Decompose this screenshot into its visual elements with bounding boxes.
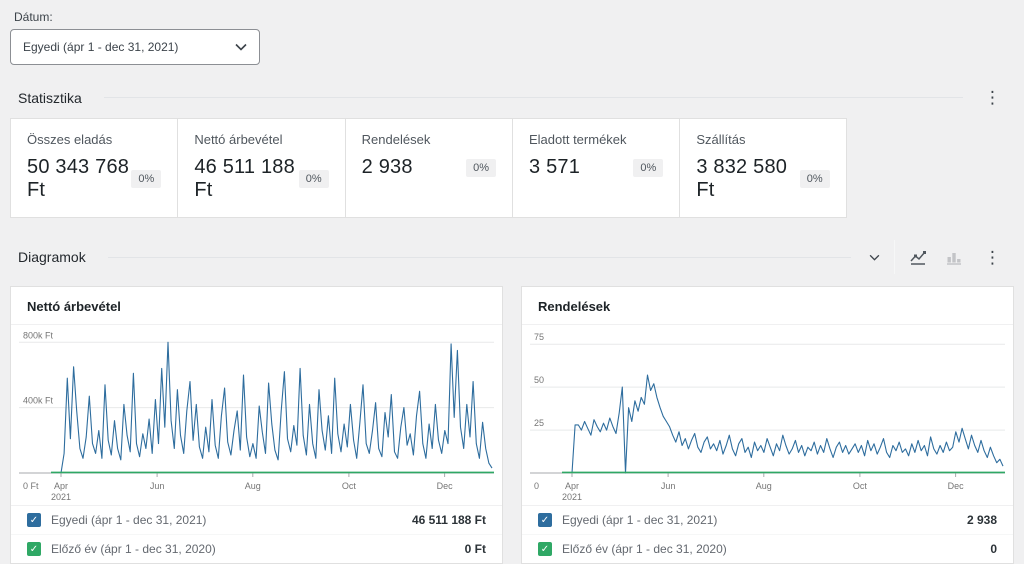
checkbox-checked-icon[interactable]: ✓	[27, 513, 41, 527]
stats-section-header: Statisztika ⋮	[18, 87, 1008, 108]
legend-label: Egyedi (ápr 1 - dec 31, 2021)	[51, 513, 412, 527]
bar-chart-type-icon[interactable]	[941, 246, 967, 268]
stats-empty-cell	[847, 118, 1014, 218]
toolbar-divider	[894, 240, 895, 274]
chart-panels: Nettó árbevétel Apr2021JunAugOctDec800k …	[10, 286, 1014, 564]
stats-cards-row: Összes eladás 50 343 768 Ft 0% Nettó árb…	[10, 118, 1014, 218]
svg-text:Oct: Oct	[342, 481, 357, 491]
checkbox-checked-icon[interactable]: ✓	[27, 542, 41, 556]
stat-card-total-sales[interactable]: Összes eladás 50 343 768 Ft 0%	[10, 118, 177, 218]
legend-row-previous[interactable]: ✓ Előző év (ápr 1 - dec 31, 2020) 0 Ft	[11, 534, 502, 563]
checkbox-checked-icon[interactable]: ✓	[538, 513, 552, 527]
legend-value: 0	[990, 542, 997, 556]
legend-label: Előző év (ápr 1 - dec 31, 2020)	[562, 542, 990, 556]
orders-legend: ✓ Egyedi (ápr 1 - dec 31, 2021) 2 938 ✓ …	[522, 505, 1013, 563]
svg-text:400k Ft: 400k Ft	[23, 396, 54, 406]
stat-card-orders[interactable]: Rendelések 2 938 0%	[345, 118, 512, 218]
date-range-select[interactable]: Egyedi (ápr 1 - dec 31, 2021)	[10, 29, 260, 65]
stat-label: Eladott termékek	[529, 132, 663, 147]
checkbox-checked-icon[interactable]: ✓	[538, 542, 552, 556]
stat-change-badge: 0%	[131, 170, 161, 188]
stat-value: 2 938	[362, 156, 413, 179]
svg-text:800k Ft: 800k Ft	[23, 330, 54, 340]
stat-card-items-sold[interactable]: Eladott termékek 3 571 0%	[512, 118, 679, 218]
stat-value: 46 511 188 Ft	[194, 156, 298, 202]
stat-card-shipping[interactable]: Szállítás 3 832 580 Ft 0%	[679, 118, 846, 218]
stat-card-net-revenue[interactable]: Nettó árbevétel 46 511 188 Ft 0%	[177, 118, 344, 218]
chevron-down-icon	[869, 254, 880, 261]
svg-text:Jun: Jun	[150, 481, 165, 491]
stat-label: Összes eladás	[27, 132, 161, 147]
line-chart-type-icon[interactable]	[905, 246, 931, 268]
net-revenue-chart-title: Nettó árbevétel	[11, 287, 502, 325]
divider	[108, 257, 851, 258]
legend-row-previous[interactable]: ✓ Előző év (ápr 1 - dec 31, 2020) 0	[522, 534, 1013, 563]
stat-label: Rendelések	[362, 132, 496, 147]
svg-text:Aug: Aug	[756, 481, 772, 491]
date-filter-label: Dátum:	[14, 10, 1014, 24]
charts-toolbar: ⋮	[865, 240, 1008, 274]
svg-text:50: 50	[534, 375, 544, 385]
net-revenue-chart: Apr2021 Jun Aug Oct Dec 800k Ft 400k Ft 0 Ft	[11, 325, 502, 505]
svg-text:25: 25	[534, 418, 544, 428]
legend-value: 46 511 188 Ft	[412, 513, 486, 527]
svg-text:Apr: Apr	[565, 481, 579, 491]
stats-menu-kebab-icon[interactable]: ⋮	[977, 87, 1008, 108]
charts-menu-kebab-icon[interactable]: ⋮	[977, 247, 1008, 268]
stats-section-title: Statisztika	[18, 90, 82, 106]
stat-change-badge: 0%	[299, 170, 329, 188]
orders-chart: Apr2021 Jun Aug Oct Dec 75 50 25 0	[522, 325, 1013, 505]
legend-row-current[interactable]: ✓ Egyedi (ápr 1 - dec 31, 2021) 46 511 1…	[11, 506, 502, 534]
net-revenue-line-chart: Apr2021 Jun Aug Oct Dec 800k Ft 400k Ft 0 Ft	[15, 327, 498, 505]
svg-text:Jun: Jun	[661, 481, 676, 491]
chevron-down-icon	[235, 43, 247, 51]
stat-value: 50 343 768 Ft	[27, 156, 131, 202]
date-range-value: Egyedi (ápr 1 - dec 31, 2021)	[23, 40, 178, 54]
svg-text:2021: 2021	[51, 492, 71, 502]
svg-text:Aug: Aug	[245, 481, 261, 491]
orders-chart-title: Rendelések	[522, 287, 1013, 325]
orders-line-chart: Apr2021 Jun Aug Oct Dec 75 50 25 0	[526, 327, 1009, 505]
interval-select[interactable]	[865, 252, 884, 263]
net-revenue-legend: ✓ Egyedi (ápr 1 - dec 31, 2021) 46 511 1…	[11, 505, 502, 563]
svg-text:0: 0	[534, 481, 539, 491]
charts-section-header: Diagramok ⋮	[18, 240, 1008, 274]
legend-label: Egyedi (ápr 1 - dec 31, 2021)	[562, 513, 967, 527]
stat-value: 3 832 580 Ft	[696, 156, 799, 202]
charts-section-title: Diagramok	[18, 249, 86, 265]
divider	[104, 97, 963, 98]
svg-text:Apr: Apr	[54, 481, 68, 491]
orders-panel: Rendelések Apr2021 Jun Aug Oct Dec 75 50 25 0 ✓ …	[521, 286, 1014, 564]
stat-change-badge: 0%	[800, 170, 830, 188]
svg-text:Dec: Dec	[948, 481, 965, 491]
svg-text:Dec: Dec	[437, 481, 454, 491]
svg-text:Oct: Oct	[853, 481, 868, 491]
date-filter: Dátum: Egyedi (ápr 1 - dec 31, 2021)	[10, 10, 1014, 65]
legend-value: 2 938	[967, 513, 997, 527]
net-revenue-panel: Nettó árbevétel Apr2021 Jun Aug Oct Dec 800k …	[10, 286, 503, 564]
legend-label: Előző év (ápr 1 - dec 31, 2020)	[51, 542, 465, 556]
svg-text:0 Ft: 0 Ft	[23, 481, 39, 491]
stat-value: 3 571	[529, 156, 580, 179]
stat-label: Nettó árbevétel	[194, 132, 328, 147]
stat-change-badge: 0%	[466, 159, 496, 177]
legend-value: 0 Ft	[465, 542, 486, 556]
svg-text:75: 75	[534, 332, 544, 342]
stat-label: Szállítás	[696, 132, 829, 147]
legend-row-current[interactable]: ✓ Egyedi (ápr 1 - dec 31, 2021) 2 938	[522, 506, 1013, 534]
stat-change-badge: 0%	[633, 159, 663, 177]
svg-text:2021: 2021	[562, 492, 582, 502]
